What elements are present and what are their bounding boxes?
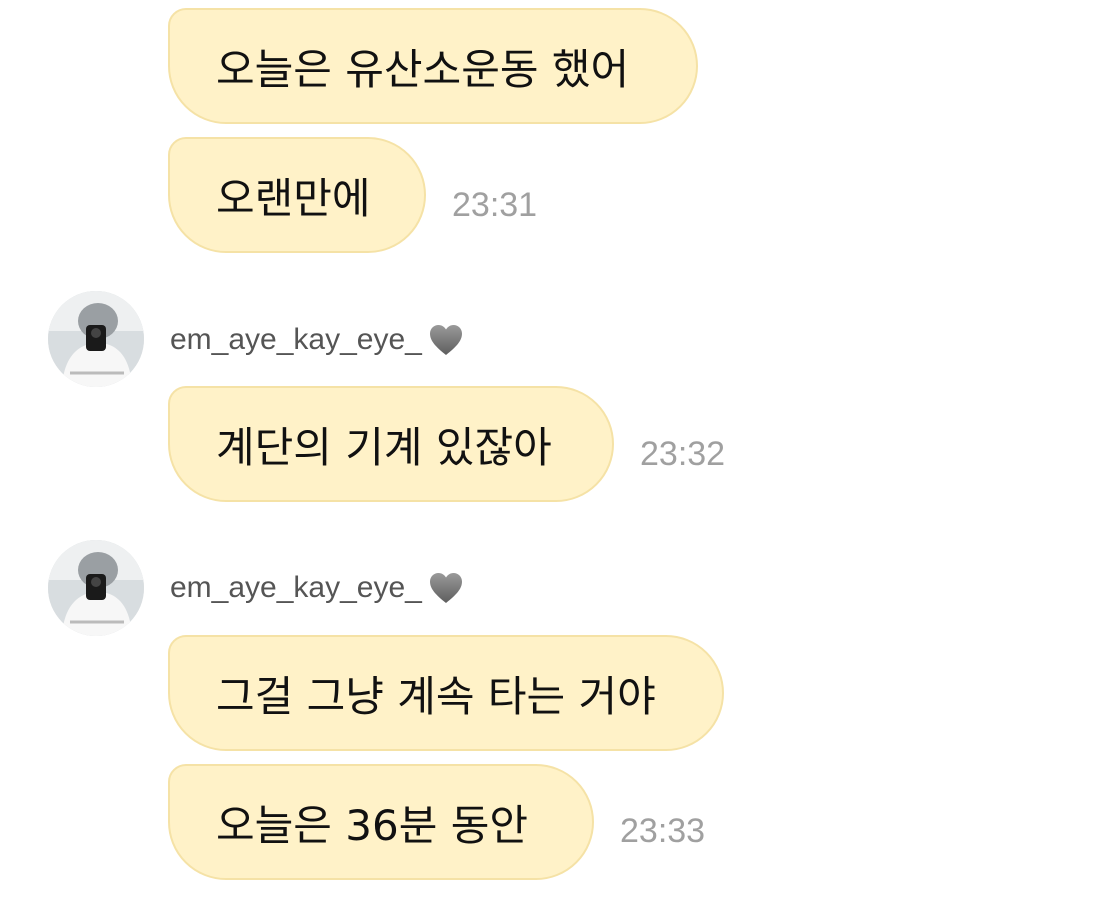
avatar[interactable] [48, 540, 144, 636]
message-text: 계단의 기계 있잖아 [216, 422, 552, 472]
message-text: 오랜만에 [216, 173, 371, 223]
message-bubble[interactable]: 오늘은 36분 동안 [168, 764, 594, 880]
sender-name: em_aye_kay_eye_ [170, 571, 422, 604]
grey-heart-icon [428, 571, 464, 605]
message-text: 그걸 그냥 계속 타는 거야 [216, 671, 656, 721]
message-bubble[interactable]: 계단의 기계 있잖아 [168, 386, 614, 502]
message-text: 오늘은 36분 동안 [216, 800, 528, 850]
grey-heart-icon [428, 323, 464, 357]
message-text: 오늘은 유산소운동 했어 [216, 44, 630, 94]
message-timestamp: 23:31 [452, 186, 538, 224]
message-timestamp: 23:33 [620, 812, 706, 850]
sender-name-row: em_aye_kay_eye_ [170, 568, 464, 608]
message-bubble[interactable]: 그걸 그냥 계속 타는 거야 [168, 635, 724, 751]
message-bubble[interactable]: 오늘은 유산소운동 했어 [168, 8, 698, 124]
message-timestamp: 23:32 [640, 435, 726, 473]
avatar[interactable] [48, 291, 144, 387]
sender-name: em_aye_kay_eye_ [170, 323, 422, 356]
sender-name-row: em_aye_kay_eye_ [170, 320, 464, 360]
message-bubble[interactable]: 오랜만에 [168, 137, 426, 253]
